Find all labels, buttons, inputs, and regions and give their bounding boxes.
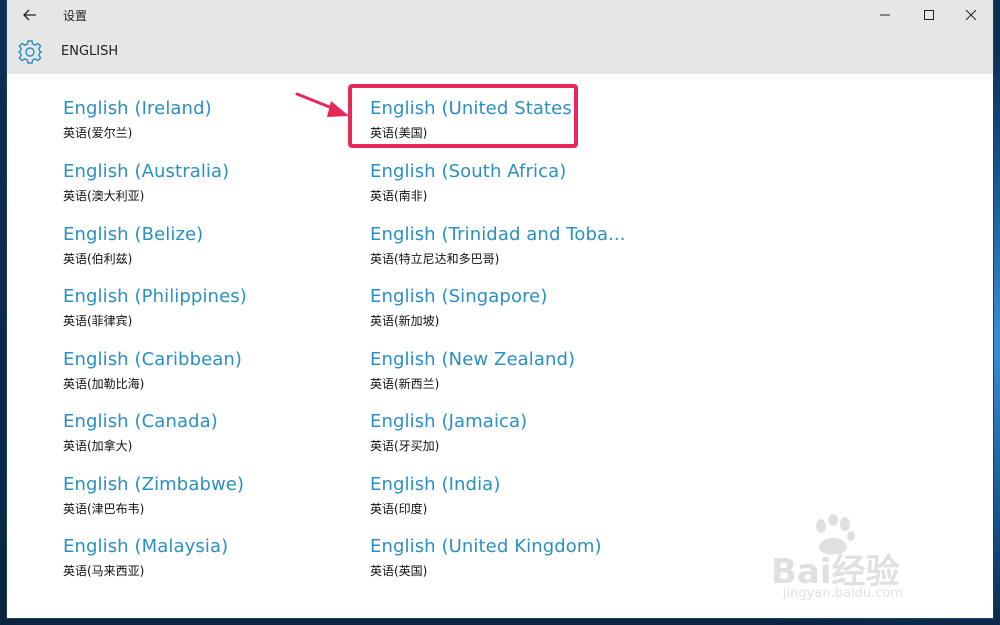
language-name: English (Zimbabwe) bbox=[63, 474, 245, 495]
window-title: 设置 bbox=[63, 9, 88, 23]
language-native-name: 英语(菲律宾) bbox=[63, 314, 133, 328]
language-item-english-philippines[interactable]: English (Philippines) 英语(菲律宾) bbox=[63, 286, 323, 338]
language-item-english-ireland[interactable]: English (Ireland) 英语(爱尔兰) bbox=[63, 98, 323, 150]
highlight-box bbox=[348, 84, 578, 148]
language-native-name: 英语(马来西亚) bbox=[63, 564, 145, 578]
language-native-name: 英语(爱尔兰) bbox=[63, 126, 133, 140]
language-name: English (Malaysia) bbox=[63, 536, 229, 557]
maximize-icon bbox=[924, 10, 934, 20]
language-native-name: 英语(英国) bbox=[370, 564, 428, 578]
close-button[interactable] bbox=[949, 0, 993, 30]
language-name: English (Australia) bbox=[63, 161, 230, 182]
language-item-english-belize[interactable]: English (Belize) 英语(伯利兹) bbox=[63, 224, 323, 276]
language-name: English (Trinidad and Toba... bbox=[370, 224, 626, 245]
page-title: ENGLISH bbox=[61, 44, 119, 59]
baidu-watermark: Bai经验 jingyan.baidu.com bbox=[751, 514, 941, 604]
watermark-url: jingyan.baidu.com bbox=[783, 586, 903, 601]
close-icon bbox=[966, 10, 976, 20]
language-native-name: 英语(澳大利亚) bbox=[63, 189, 145, 203]
language-item-english-jamaica[interactable]: English (Jamaica) 英语(牙买加) bbox=[370, 411, 630, 463]
language-item-english-canada[interactable]: English (Canada) 英语(加拿大) bbox=[63, 411, 323, 463]
back-button[interactable] bbox=[15, 3, 45, 27]
page-header: ENGLISH bbox=[7, 30, 993, 74]
language-item-english-south-africa[interactable]: English (South Africa) 英语(南非) bbox=[370, 161, 630, 213]
language-name: English (Singapore) bbox=[370, 286, 548, 307]
language-item-english-malaysia[interactable]: English (Malaysia) 英语(马来西亚) bbox=[63, 536, 323, 588]
minimize-icon bbox=[880, 14, 890, 16]
language-name: English (United Kingdom) bbox=[370, 536, 602, 557]
language-name: English (Belize) bbox=[63, 224, 204, 245]
language-name: English (South Africa) bbox=[370, 161, 567, 182]
language-list: English (Ireland) 英语(爱尔兰) English (Austr… bbox=[7, 74, 993, 618]
title-bar: 设置 bbox=[7, 0, 993, 30]
minimize-button[interactable] bbox=[863, 0, 907, 30]
language-item-english-australia[interactable]: English (Australia) 英语(澳大利亚) bbox=[63, 161, 323, 213]
pointer-arrow-icon bbox=[295, 92, 349, 117]
maximize-button[interactable] bbox=[907, 0, 951, 30]
language-native-name: 英语(津巴布韦) bbox=[63, 502, 145, 516]
language-name: English (India) bbox=[370, 474, 501, 495]
language-native-name: 英语(印度) bbox=[370, 502, 428, 516]
language-native-name: 英语(南非) bbox=[370, 189, 428, 203]
gear-icon bbox=[17, 40, 43, 64]
language-name: English (New Zealand) bbox=[370, 349, 576, 370]
language-item-english-india[interactable]: English (India) 英语(印度) bbox=[370, 474, 630, 526]
language-name: English (Canada) bbox=[63, 411, 218, 432]
language-native-name: 英语(伯利兹) bbox=[63, 252, 133, 266]
language-name: English (Jamaica) bbox=[370, 411, 528, 432]
language-item-english-caribbean[interactable]: English (Caribbean) 英语(加勒比海) bbox=[63, 349, 323, 401]
language-native-name: 英语(加勒比海) bbox=[63, 377, 145, 391]
language-native-name: 英语(新西兰) bbox=[370, 377, 440, 391]
language-native-name: 英语(牙买加) bbox=[370, 439, 440, 453]
language-native-name: 英语(特立尼达和多巴哥) bbox=[370, 252, 500, 266]
language-item-english-trinidad-and-tobago[interactable]: English (Trinidad and Toba... 英语(特立尼达和多巴… bbox=[370, 224, 630, 276]
language-item-english-new-zealand[interactable]: English (New Zealand) 英语(新西兰) bbox=[370, 349, 630, 401]
language-name: English (Ireland) bbox=[63, 98, 212, 119]
language-native-name: 英语(加拿大) bbox=[63, 439, 133, 453]
settings-window: 设置 ENGLISH English (Ireland) 英语(爱尔兰) Eng… bbox=[7, 0, 993, 618]
back-arrow-icon bbox=[23, 9, 36, 21]
language-item-english-singapore[interactable]: English (Singapore) 英语(新加坡) bbox=[370, 286, 630, 338]
language-item-english-united-kingdom[interactable]: English (United Kingdom) 英语(英国) bbox=[370, 536, 630, 588]
language-item-english-zimbabwe[interactable]: English (Zimbabwe) 英语(津巴布韦) bbox=[63, 474, 323, 526]
language-native-name: 英语(新加坡) bbox=[370, 314, 440, 328]
language-name: English (Philippines) bbox=[63, 286, 247, 307]
language-name: English (Caribbean) bbox=[63, 349, 243, 370]
